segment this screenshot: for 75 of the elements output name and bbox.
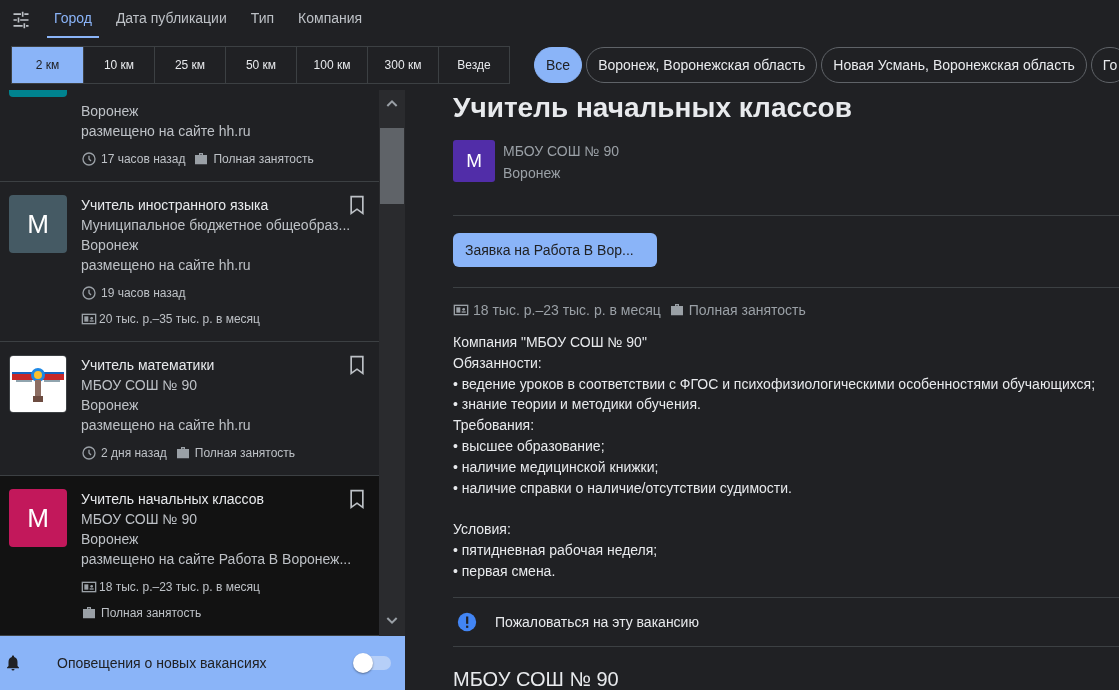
bell-icon [4,654,22,672]
description-line: Обязанности: [453,353,543,373]
filter-settings-icon [11,10,31,30]
meta-text: 17 часов назад [101,151,186,168]
filter-tab[interactable]: Компания [291,0,370,38]
company-avatar: М [9,195,67,253]
vacancy-title: Учитель иностранного языка [81,196,270,215]
briefcase-icon [193,151,210,167]
filter-tab[interactable]: Город [47,0,99,38]
description-line: Условия: [453,520,512,540]
source-text: размещено на сайте hh.ru [81,416,252,435]
job-title: Учитель начальных классов [453,91,853,125]
description-line: • ведение уроков в соответствии с ФГОС и психофизиологическими особенностями обучающихся; [453,374,1097,394]
source-text: размещено на сайте hh.ru [81,256,252,275]
meta-text: 18 тыс. р.–23 тыс. р. в месяц [473,302,661,318]
source-text: размещено на сайте hh.ru [81,122,252,141]
city: Воронеж [81,236,140,255]
vacancy-title: Учитель начальных классов [81,490,265,509]
bookmark-icon [347,194,367,216]
bookmark-icon [347,354,367,376]
alert-icon [456,610,478,633]
bookmark-icon [347,488,367,510]
vacancy-card[interactable]: Воронеж размещено на сайте hh.ru 17 часов назад Полная занятость [0,90,379,182]
description-line: • наличие справки о наличие/отсутствии судимости. [453,478,793,498]
meta-text: 20 тыс. р.–35 тыс. р. в месяц [99,311,260,328]
company-name: МБОУ СОШ № 90 [503,142,619,161]
vacancy-title: Учитель математики [81,356,216,375]
report-link[interactable]: Пожаловаться на эту вакансию [495,613,699,630]
company-heading: МБОУ СОШ № 90 [453,667,620,690]
briefcase-icon [174,445,191,461]
description-line: • пятидневная рабочая неделя; [453,540,659,560]
description-line: • наличие медицинской книжки; [453,457,660,477]
toggle-switch[interactable] [355,656,391,670]
briefcase-icon [668,302,685,318]
apply-button[interactable]: Заявка на Работа В Вор... [453,233,657,267]
company-name: МБОУ СОШ № 90 [81,376,198,395]
distance-option[interactable]: 2 км [12,47,83,83]
city: Воронеж [81,530,140,549]
company-name: Муниципальное бюджетное общеобраз... [81,216,352,235]
description-line: Компания "МБОУ СОШ № 90" [453,333,648,352]
meta-text: Полная занятость [101,605,202,622]
company-avatar: М [453,140,495,182]
banknote-icon [81,311,97,327]
city: Воронеж [503,164,562,183]
source-text: размещено на сайте Работа В Воронеж... [81,550,353,569]
description-line: • высшее образование; [453,437,606,456]
notification-label: Оповещения о новых вакансиях [57,655,268,671]
location-chip[interactable]: Новая Усмань, Воронежская область [821,47,1087,83]
location-chip[interactable]: Все [534,47,583,83]
meta-text: 19 часов назад [101,285,186,302]
filter-tab[interactable]: Тип [243,0,282,38]
meta-text: 18 тыс. р.–23 тыс. р. в месяц [99,579,260,596]
company-avatar: М [9,489,67,547]
meta-text: Полная занятость [194,445,296,462]
clock-icon [81,445,97,461]
location-chip[interactable]: Воронеж, Воронежская область [586,47,818,83]
clock-icon [81,285,97,301]
banknote-icon [453,302,469,318]
meta-text: Полная занятость [688,302,806,318]
vacancy-card[interactable]: М Учитель начальных классов МБОУ СОШ № 90 Воронеж размещено на сайте Работа В Воронеж... 18 тыс. р.–23 тыс. р. в месяц Полная занятость [0,476,379,636]
clock-icon [81,151,97,167]
company-name: МБОУ СОШ № 90 [81,510,198,529]
location-chip[interactable]: Го [1090,47,1119,83]
meta-text: Полная занятость [213,151,314,168]
filter-tab[interactable]: Дата публикации [108,0,234,38]
description-line: Требования: [453,416,536,436]
briefcase-icon [81,605,97,621]
description-line: • первая смена. [453,561,557,581]
vacancy-card[interactable]: М Учитель иностранного языка Муниципальное бюджетное общеобраз... Воронеж размещено на сайте hh.ru 19 часов назад 20 тыс. р.–35 тыс. р. в месяц [0,182,379,342]
meta-text: 2 дня назад [101,445,167,462]
description-line: • знание теории и методики обучения. [453,395,702,415]
banknote-icon [81,579,97,595]
city: Воронеж [81,396,140,415]
scrollbar-thumb[interactable] [380,128,404,204]
city: Воронеж [81,102,140,121]
